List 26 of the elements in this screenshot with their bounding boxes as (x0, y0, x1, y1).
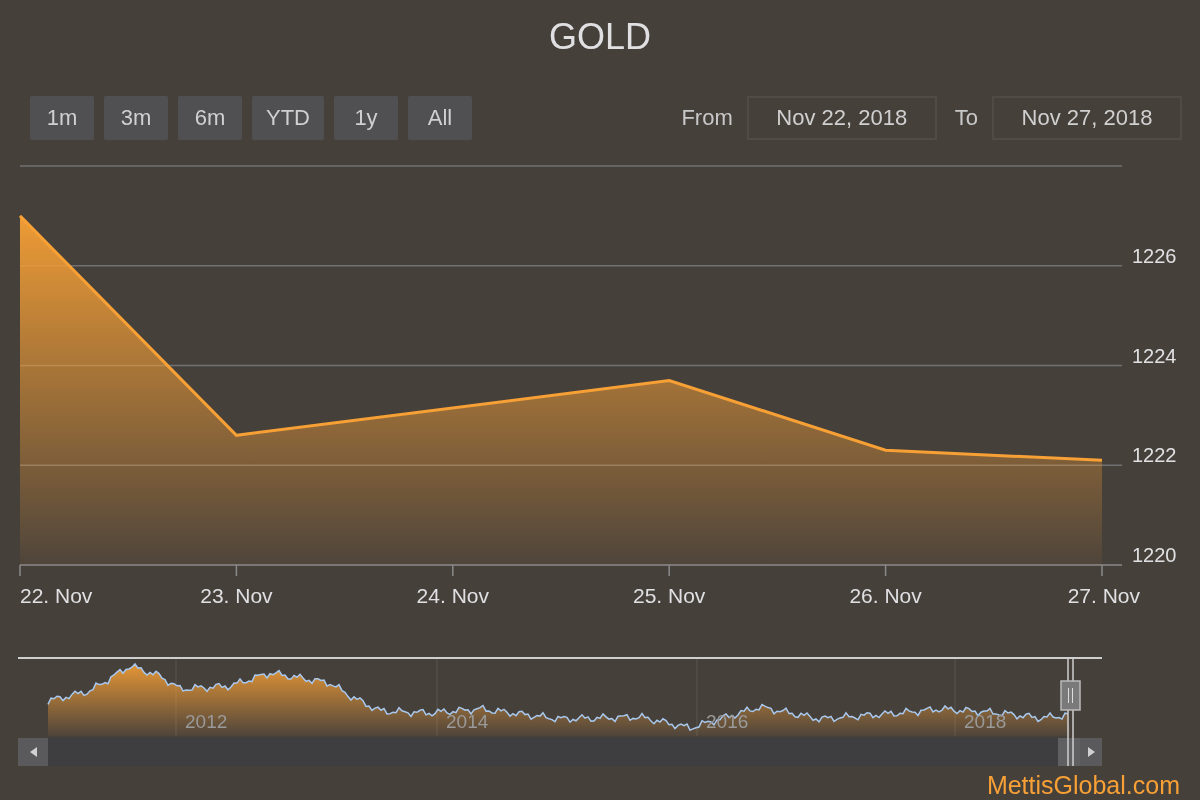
range-button[interactable]: 6m (178, 95, 242, 140)
x-axis-label: 22. Nov (20, 584, 93, 607)
x-axis-label: 26. Nov (849, 584, 922, 607)
year-label: 2012 (185, 711, 228, 732)
credits-link[interactable]: MettisGlobal.com (986, 771, 1180, 800)
y-axis-label: 1224 (1132, 344, 1177, 367)
x-axis-label: 25. Nov (633, 584, 706, 607)
chart-title: GOLD (549, 16, 651, 58)
x-axis-label: 23. Nov (200, 584, 273, 607)
range-handle[interactable] (1060, 657, 1081, 767)
range-button[interactable]: All (408, 95, 472, 140)
range-button[interactable]: 3m (104, 95, 168, 140)
y-axis-label: 1222 (1132, 444, 1177, 467)
range-button[interactable]: 1y (334, 95, 398, 140)
x-axis-label: 27. Nov (1067, 584, 1140, 607)
y-axis-label: 1226 (1132, 244, 1177, 267)
from-label: From (681, 104, 733, 131)
range-button[interactable]: YTD (252, 95, 324, 140)
year-label: 2018 (964, 711, 1007, 732)
to-label: To (954, 104, 978, 131)
scroll-right-button[interactable] (1080, 738, 1102, 766)
x-axis-label: 24. Nov (416, 584, 489, 607)
range-button[interactable]: 1m (30, 95, 94, 140)
year-label: 2014 (446, 711, 489, 732)
scroll-left-button[interactable] (18, 738, 48, 766)
y-axis-label: 1220 (1132, 544, 1177, 566)
